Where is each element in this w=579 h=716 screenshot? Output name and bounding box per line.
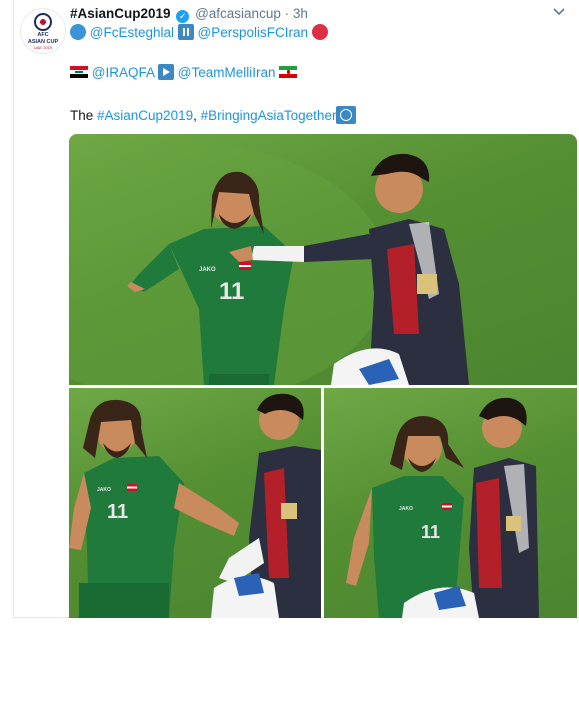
green-jersey-number: 11 (219, 278, 244, 305)
tweet-photo-grid: 11 JAKO 11 JAKO 11 JAKO (69, 134, 577, 618)
green-jersey-sponsor-2: JAKO (97, 487, 111, 493)
photo-players-embrace[interactable]: 11 JAKO (69, 134, 577, 385)
display-name[interactable]: #AsianCup2019 (70, 6, 171, 21)
body-prefix: The (70, 108, 98, 123)
avatar-text-uae: UAE 2019 (33, 44, 53, 50)
tweet-timestamp[interactable]: 3h (293, 6, 308, 21)
chevron-down-icon[interactable] (553, 8, 565, 16)
photo-1-illustration: 11 JAKO (69, 144, 469, 385)
iran-flag-icon (279, 66, 298, 78)
photo-2-illustration: 11 JAKO (69, 393, 321, 618)
body-comma: , (193, 108, 201, 123)
green-jersey-number-2: 11 (107, 501, 128, 523)
photo-3-illustration: 11 JAKO (346, 397, 539, 618)
red-circle-icon (311, 24, 328, 40)
mention-teammelliiran[interactable]: @TeamMelliIran (178, 65, 276, 80)
iraq-flag-icon (70, 66, 88, 78)
tweet-card: AFC ASIAN CUP UAE 2019 #AsianCup2019 ✓ @… (13, 0, 579, 618)
mention-iraqfa[interactable]: @IRAQFA (92, 65, 154, 80)
blue-circle-icon (70, 24, 86, 40)
tweet-body-text: The #AsianCup2019, #BringingAsiaTogether (70, 106, 357, 124)
mention-fcesteghlal[interactable]: @FcEsteghlal (90, 25, 174, 40)
green-jersey-sponsor: JAKO (199, 267, 216, 273)
tweet-line-teams: @IRAQFA @TeamMelliIran (70, 64, 298, 80)
hashtag-bringingasiatogether[interactable]: #BringingAsiaTogether (201, 108, 337, 123)
globe-icon (336, 106, 357, 124)
mention-perspolisfciran[interactable]: @PerspolisFCIran (198, 25, 309, 40)
verified-check-icon: ✓ (176, 10, 190, 23)
play-button-icon (158, 64, 175, 80)
tweet-line-clubs: @FcEsteghlal @PerspolisFCIran (70, 24, 328, 40)
photo-players-smiling[interactable]: 11 JAKO (324, 388, 577, 618)
photo-players-laughing[interactable]: 11 JAKO (69, 388, 321, 618)
afc-asian-cup-avatar[interactable]: AFC ASIAN CUP UAE 2019 (20, 8, 66, 54)
tweet-header: #AsianCup2019 ✓ @afcasiancup · 3h (70, 6, 308, 23)
hashtag-asiancup2019[interactable]: #AsianCup2019 (97, 108, 193, 123)
green-jersey-sponsor-3: JAKO (399, 506, 413, 512)
asian-cup-logo-icon (34, 12, 52, 31)
green-jersey-number-3: 11 (421, 522, 440, 542)
user-handle[interactable]: @afcasiancup (195, 6, 281, 21)
avatar-text-afc: AFC (37, 31, 49, 38)
pause-button-icon (177, 24, 194, 40)
separator-dot: · (284, 6, 290, 21)
